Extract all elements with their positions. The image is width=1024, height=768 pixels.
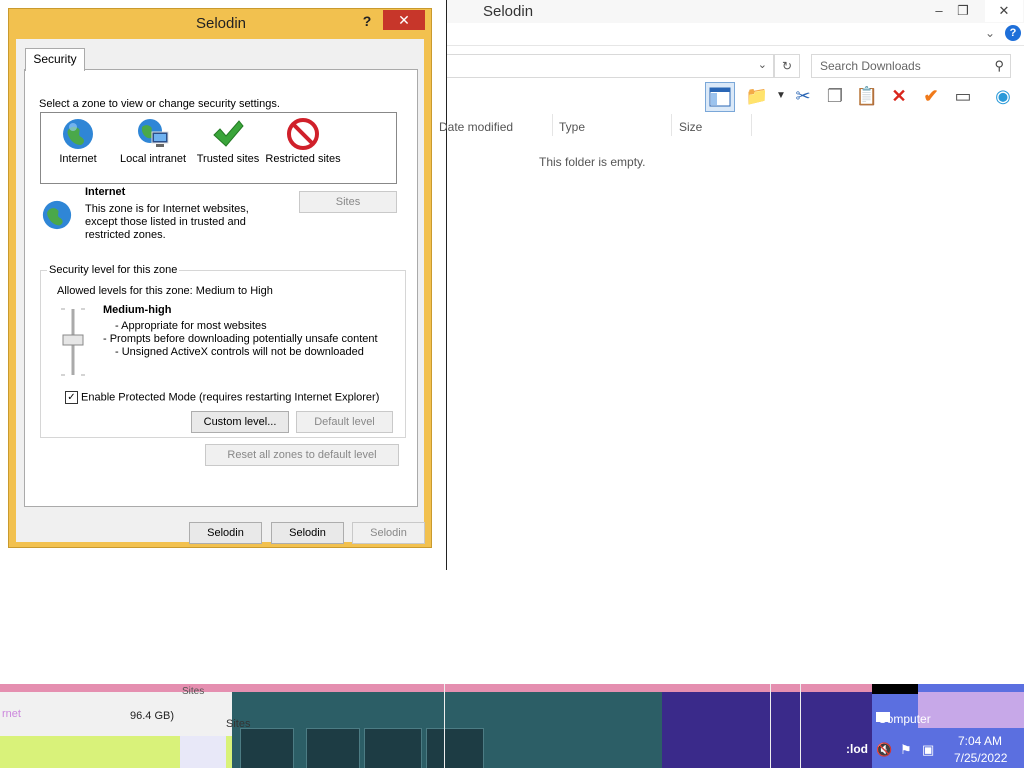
- globe-icon[interactable]: ◉: [989, 82, 1017, 110]
- clock-time[interactable]: 7:04 AM: [958, 734, 1002, 748]
- column-date-modified[interactable]: Date modified: [439, 120, 513, 134]
- close-button[interactable]: ✕: [985, 0, 1023, 22]
- security-level-group-label: Security level for this zone: [47, 264, 180, 276]
- restricted-icon: [287, 118, 319, 150]
- glitch-band: [662, 692, 872, 768]
- tab-panel: Select a zone to view or change security…: [24, 69, 418, 507]
- security-dialog: Selodin ? ✕ Security Select a zone to vi…: [8, 8, 432, 548]
- cut-icon[interactable]: ✂: [789, 82, 817, 110]
- copy-icon[interactable]: ❐: [821, 82, 849, 110]
- tab-security[interactable]: Security: [25, 48, 85, 71]
- help-icon[interactable]: ?: [1005, 25, 1021, 41]
- zones-list: Internet Local intranet Trusted sites Re…: [40, 112, 397, 184]
- restore-button[interactable]: ❐: [949, 0, 977, 22]
- zone-restricted-sites[interactable]: Restricted sites: [263, 117, 343, 165]
- taskbar-app-icon[interactable]: [240, 728, 294, 768]
- delete-icon[interactable]: ✕: [885, 82, 913, 110]
- checkbox-icon[interactable]: ✓: [65, 391, 78, 404]
- zone-label: Restricted sites: [265, 153, 341, 165]
- column-separator[interactable]: [751, 114, 752, 136]
- zone-info-description: This zone is for Internet websites, exce…: [85, 203, 249, 241]
- search-icon[interactable]: ⚲: [994, 58, 1004, 74]
- zone-label: Trusted sites: [196, 153, 260, 165]
- clock-date[interactable]: 7/25/2022: [954, 751, 1007, 765]
- search-placeholder: Search Downloads: [820, 59, 921, 73]
- custom-level-button[interactable]: Custom level...: [191, 411, 289, 433]
- dialog-close-button[interactable]: ✕: [383, 10, 425, 30]
- intranet-icon: [138, 119, 169, 147]
- glitch-band: [0, 692, 232, 742]
- empty-folder-text: This folder is empty.: [539, 155, 646, 169]
- glitch-line: [444, 684, 445, 768]
- level-desc-line: - Unsigned ActiveX controls will not be …: [115, 346, 364, 358]
- glitch-line: [770, 684, 771, 768]
- tray-glitch-text: :lod: [846, 742, 868, 756]
- explorer-toolbar: 📁 ▼ ✂ ❐ 📋 ✕ ✔ ▭ ◉: [447, 82, 1024, 114]
- glitch-text: rnet: [2, 708, 21, 720]
- zones-label: Select a zone to view or change security…: [39, 98, 280, 110]
- level-desc-line: - Appropriate for most websites: [115, 320, 267, 332]
- security-level-name: Medium-high: [103, 304, 172, 316]
- checkmark-icon: [213, 120, 244, 147]
- cancel-button[interactable]: Selodin: [271, 522, 344, 544]
- taskbar-app-icon[interactable]: [306, 728, 360, 768]
- tray-computer-label: Computer: [878, 712, 931, 726]
- taskbar-app-icon[interactable]: [426, 728, 484, 768]
- explorer-title: Selodin: [483, 3, 534, 20]
- globe-icon: [42, 200, 72, 230]
- column-separator[interactable]: [552, 114, 553, 136]
- security-level-slider[interactable]: [59, 307, 87, 377]
- properties-icon[interactable]: ▭: [949, 82, 977, 110]
- globe-icon: [63, 119, 93, 149]
- ribbon-expand-icon[interactable]: ⌄: [985, 26, 995, 40]
- column-separator[interactable]: [671, 114, 672, 136]
- glitch-line: [800, 684, 801, 768]
- protected-mode-checkbox[interactable]: ✓ Enable Protected Mode (requires restart…: [65, 391, 379, 404]
- ribbon-bar: ⌄ ?: [447, 23, 1024, 46]
- allowed-levels-text: Allowed levels for this zone: Medium to …: [57, 285, 273, 297]
- zone-trusted-sites[interactable]: Trusted sites: [188, 117, 268, 165]
- help-button[interactable]: ?: [357, 11, 377, 31]
- reset-all-zones-button[interactable]: Reset all zones to default level: [205, 444, 399, 466]
- security-level-description: - Appropriate for most websites - Prompt…: [103, 320, 385, 359]
- column-headers: Date modified Type Size: [439, 114, 1024, 136]
- preview-pane-icon[interactable]: [705, 82, 735, 112]
- glitch-band: [918, 692, 1024, 728]
- glitch-text: Sites: [182, 686, 205, 697]
- glitch-band: [0, 684, 1024, 692]
- search-input[interactable]: Search Downloads ⚲: [811, 54, 1011, 78]
- level-desc-line: - Prompts before downloading potentially…: [103, 333, 378, 345]
- volume-mute-icon[interactable]: 🔇: [876, 742, 892, 758]
- protected-mode-label: Enable Protected Mode (requires restarti…: [81, 391, 380, 404]
- zone-label: Internet: [59, 153, 97, 165]
- ok-button[interactable]: Selodin: [189, 522, 262, 544]
- security-level-group: Security level for this zone Allowed lev…: [40, 264, 406, 438]
- zone-label: Local intranet: [119, 153, 187, 165]
- check-icon[interactable]: ✔: [917, 82, 945, 110]
- paste-icon[interactable]: 📋: [853, 82, 881, 110]
- explorer-window: Selodin – ❐ ✕ ⌄ ? ⌄ ↻ Search Downloads ⚲…: [439, 0, 1024, 570]
- network-icon[interactable]: ⚑: [900, 742, 912, 758]
- glitch-band: [872, 684, 918, 694]
- column-type[interactable]: Type: [559, 120, 585, 134]
- zone-internet[interactable]: Internet: [38, 117, 118, 165]
- taskbar-app-icon[interactable]: [180, 736, 226, 768]
- address-bar[interactable]: ⌄: [447, 54, 774, 78]
- taskbar-app-icon[interactable]: [364, 728, 422, 768]
- zone-local-intranet[interactable]: Local intranet: [113, 117, 193, 165]
- display-icon[interactable]: ▣: [922, 742, 934, 758]
- default-level-button[interactable]: Default level: [296, 411, 393, 433]
- sites-button[interactable]: Sites: [299, 191, 397, 213]
- explorer-titlebar: Selodin – ❐ ✕: [447, 0, 1024, 23]
- column-size[interactable]: Size: [679, 120, 702, 134]
- taskbar: 🔇 ⚑ ▣: [0, 684, 1024, 768]
- refresh-icon[interactable]: ↻: [774, 54, 800, 78]
- zone-info-name: Internet: [85, 186, 126, 198]
- glitch-text: 96.4 GB): [130, 710, 175, 722]
- address-dropdown-icon[interactable]: ⌄: [758, 58, 767, 71]
- glitch-text: Sites: [226, 718, 251, 730]
- apply-button[interactable]: Selodin: [352, 522, 425, 544]
- dialog-body: Security Select a zone to view or change…: [16, 39, 425, 544]
